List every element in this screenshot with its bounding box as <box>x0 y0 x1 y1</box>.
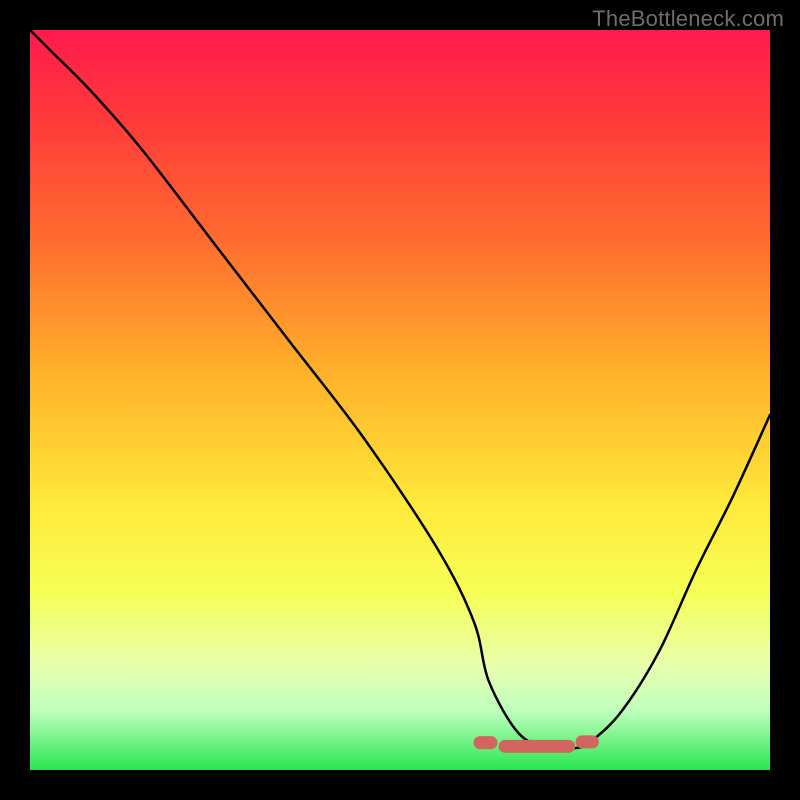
chart-svg <box>30 30 770 770</box>
chart-plot-area <box>30 30 770 770</box>
curve-highlight-markers <box>480 742 592 746</box>
chart-frame: TheBottleneck.com <box>0 0 800 800</box>
watermark-text: TheBottleneck.com <box>592 6 784 32</box>
bottleneck-curve <box>30 30 770 749</box>
